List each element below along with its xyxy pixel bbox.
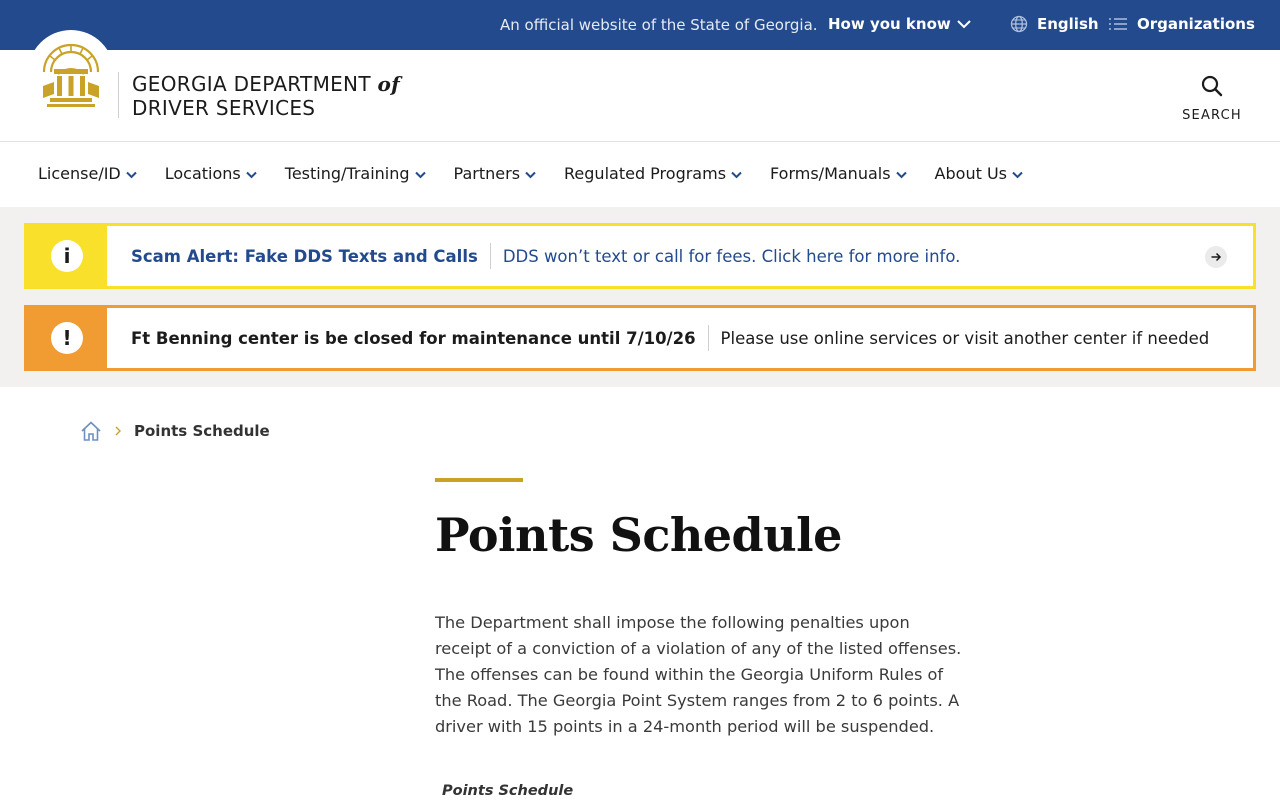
site-header: GEORGIA DEPARTMENT of DRIVER SERVICES SE…	[0, 30, 1280, 142]
nav-item-license-id[interactable]: License/ID	[38, 164, 137, 183]
alert-message: Please use online services or visit anot…	[720, 328, 1210, 348]
nav-item-partners[interactable]: Partners	[454, 164, 536, 183]
info-icon: i	[51, 240, 83, 272]
warning-icon: !	[51, 322, 83, 354]
alert-title: Scam Alert: Fake DDS Texts and Calls	[131, 246, 478, 266]
nav-item-forms-manuals[interactable]: Forms/Manuals	[770, 164, 907, 183]
nav-item-label: Forms/Manuals	[770, 164, 891, 183]
chevron-right-icon	[115, 426, 121, 436]
main-navigation: License/ID Locations Testing/Training Pa…	[0, 143, 1280, 207]
georgia-seal-logo[interactable]	[28, 30, 114, 116]
chevron-down-icon	[1012, 171, 1023, 178]
nav-item-locations[interactable]: Locations	[165, 164, 257, 183]
alert-icon-panel: i	[27, 226, 107, 286]
chevron-down-icon	[895, 171, 907, 178]
brand-divider	[118, 72, 119, 118]
alerts-region: i Scam Alert: Fake DDS Texts and Calls D…	[0, 207, 1280, 387]
page-title: Points Schedule	[435, 508, 842, 562]
official-website-text: An official website of the State of Geor…	[500, 16, 818, 34]
nav-item-label: Regulated Programs	[564, 164, 727, 183]
nav-item-label: Testing/Training	[284, 164, 410, 183]
language-selector[interactable]: English	[1010, 15, 1099, 33]
organizations-menu[interactable]: Organizations	[1108, 15, 1255, 33]
alert-message: DDS won’t text or call for fees. Click h…	[502, 246, 961, 266]
nav-item-label: About Us	[934, 164, 1007, 183]
nav-item-label: License/ID	[38, 164, 121, 183]
georgia-seal-icon	[42, 43, 100, 107]
alert-separator	[707, 325, 709, 351]
search-button[interactable]: SEARCH	[1180, 74, 1244, 123]
agency-name-line2: DRIVER SERVICES	[132, 96, 316, 120]
nav-item-label: Locations	[164, 164, 241, 183]
title-accent-bar	[435, 478, 523, 482]
alert-title: Ft Benning center is be closed for maint…	[131, 328, 696, 348]
agency-name[interactable]: GEORGIA DEPARTMENT of DRIVER SERVICES	[132, 72, 400, 120]
alert-body: Scam Alert: Fake DDS Texts and Calls DDS…	[107, 226, 1253, 286]
breadcrumb-current: Points Schedule	[134, 422, 270, 440]
scam-alert-banner[interactable]: i Scam Alert: Fake DDS Texts and Calls D…	[24, 223, 1256, 289]
how-you-know-toggle[interactable]: How you know	[828, 15, 971, 33]
chevron-down-icon	[246, 171, 257, 178]
search-label: SEARCH	[1182, 108, 1242, 123]
language-label: English	[1037, 15, 1099, 33]
official-site-banner: An official website of the State of Geor…	[0, 0, 1280, 50]
alert-body: Ft Benning center is be closed for maint…	[107, 308, 1253, 368]
agency-name-of: of	[377, 72, 401, 96]
chevron-down-icon	[525, 171, 536, 178]
nav-item-label: Partners	[453, 164, 521, 183]
breadcrumb: Points Schedule	[80, 420, 270, 442]
alert-separator	[489, 243, 491, 269]
closure-alert-banner[interactable]: ! Ft Benning center is be closed for mai…	[24, 305, 1256, 371]
nav-item-about-us[interactable]: About Us	[935, 164, 1023, 183]
chevron-down-icon	[957, 20, 971, 29]
chevron-down-icon	[731, 171, 742, 178]
list-icon	[1109, 18, 1127, 30]
agency-name-line1: GEORGIA DEPARTMENT	[132, 72, 371, 96]
chevron-down-icon	[126, 171, 137, 178]
arrow-right-icon[interactable]	[1205, 246, 1227, 268]
nav-item-regulated-programs[interactable]: Regulated Programs	[564, 164, 742, 183]
alert-icon-panel: !	[27, 308, 107, 368]
points-schedule-subheading: Points Schedule	[442, 783, 574, 799]
intro-paragraph: The Department shall impose the followin…	[435, 613, 962, 736]
home-icon[interactable]	[80, 420, 102, 442]
organizations-label: Organizations	[1137, 15, 1255, 33]
chevron-down-icon	[414, 171, 426, 178]
how-you-know-label: How you know	[828, 15, 951, 33]
globe-icon	[1010, 15, 1028, 33]
search-icon	[1201, 75, 1223, 97]
nav-item-testing-training[interactable]: Testing/Training	[285, 164, 426, 183]
